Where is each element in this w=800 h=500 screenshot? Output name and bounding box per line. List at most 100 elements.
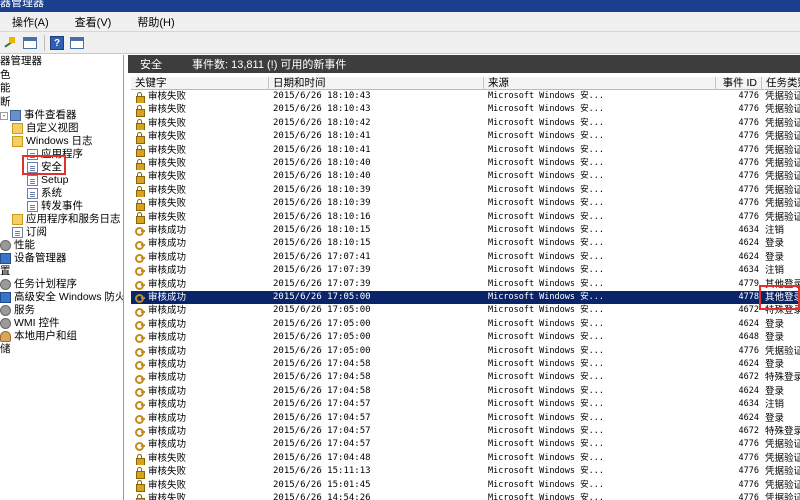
tree-item-setup[interactable]: Setup	[27, 174, 68, 187]
table-row[interactable]: 审核成功 2015/6/26 17:07:39 Microsoft Windows …	[131, 278, 800, 291]
column-keyword[interactable]: 关键字	[131, 77, 269, 90]
back-forward-icon[interactable]	[2, 35, 18, 51]
table-row[interactable]: 审核失败 2015/6/26 18:10:39 Microsoft Windows …	[131, 184, 800, 198]
category-cell: 凭据验证	[765, 91, 800, 102]
tree-item-system[interactable]: 系统	[27, 187, 62, 200]
table-row[interactable]: 审核失败 2015/6/26 17:04:48 Microsoft Windows …	[131, 452, 800, 466]
table-row[interactable]: 审核失败 2015/6/26 18:10:41 Microsoft Windows …	[131, 130, 800, 144]
tree-item-performance[interactable]: 性能	[0, 239, 35, 252]
keyword-text: 审核成功	[148, 318, 187, 330]
table-row[interactable]: 审核成功 2015/6/26 17:05:00 Microsoft Windows …	[131, 304, 800, 317]
table-row[interactable]: 审核失败 2015/6/26 18:10:16 Microsoft Windows …	[131, 211, 800, 224]
monitor-icon	[0, 253, 11, 264]
key-icon	[135, 293, 145, 304]
table-row[interactable]: 审核失败 2015/6/26 18:10:42 Microsoft Windows …	[131, 117, 800, 131]
table-row-selected[interactable]: 审核成功 2015/6/26 17:05:00 Microsoft Windows …	[131, 291, 800, 305]
keyword-cell: 审核成功	[135, 251, 269, 264]
table-row[interactable]: 审核失败 2015/6/26 14:54:26 Microsoft Windows …	[131, 492, 800, 500]
table-row[interactable]: 审核成功 2015/6/26 17:04:57 Microsoft Windows …	[131, 398, 800, 411]
datetime-cell: 2015/6/26 18:10:39	[273, 198, 371, 209]
keyword-cell: 审核成功	[135, 345, 269, 358]
keyword-cell: 审核成功	[135, 371, 269, 384]
category-cell: 注销	[765, 265, 785, 277]
table-row[interactable]: 审核成功 2015/6/26 17:04:57 Microsoft Windows …	[131, 425, 800, 438]
keyword-cell: 审核成功	[135, 358, 269, 371]
tree-item-firewall[interactable]: 高级安全 Windows 防火墙	[0, 291, 123, 304]
console-tree-icon[interactable]	[22, 35, 38, 51]
log-icon	[27, 175, 38, 186]
column-event-id[interactable]: 事件 ID	[716, 77, 762, 90]
gear-icon	[0, 240, 11, 251]
table-row[interactable]: 审核成功 2015/6/26 17:05:00 Microsoft Windows …	[131, 318, 800, 331]
keyword-text: 审核成功	[148, 399, 187, 411]
lock-icon	[135, 212, 145, 224]
tree-item-services[interactable]: 服务	[0, 304, 35, 317]
tree-item-task-scheduler[interactable]: 任务计划程序	[0, 278, 77, 291]
table-row[interactable]: 审核成功 2015/6/26 17:05:00 Microsoft Windows …	[131, 345, 800, 358]
tree-item-windows-logs[interactable]: Windows 日志	[12, 135, 93, 148]
source-cell: Microsoft Windows 安...	[488, 305, 604, 316]
table-row[interactable]: 审核失败 2015/6/26 18:10:41 Microsoft Windows …	[131, 144, 800, 157]
table-row[interactable]: 审核成功 2015/6/26 17:05:00 Microsoft Windows …	[131, 331, 800, 344]
event-id-cell: 4776	[738, 198, 759, 209]
table-row[interactable]: 审核成功 2015/6/26 17:04:58 Microsoft Windows …	[131, 358, 800, 371]
tree-item-wmi-control[interactable]: WMI 控件	[0, 317, 60, 330]
action-pane-icon[interactable]	[69, 35, 85, 51]
menu-action[interactable]: 操作(A)	[12, 14, 49, 30]
menu-help[interactable]: 帮助(H)	[137, 14, 174, 30]
table-row[interactable]: 审核失败 2015/6/26 18:10:43 Microsoft Windows …	[131, 90, 800, 104]
monitor-icon	[0, 292, 11, 303]
lock-icon	[135, 185, 145, 198]
menu-view[interactable]: 查看(V)	[75, 14, 112, 30]
column-category[interactable]: 任务类别	[762, 77, 800, 90]
table-row[interactable]: 审核成功 2015/6/26 17:04:58 Microsoft Windows …	[131, 385, 800, 398]
source-cell: Microsoft Windows 安...	[488, 211, 604, 222]
table-row[interactable]: 审核失败 2015/6/26 18:10:40 Microsoft Windows …	[131, 157, 800, 171]
keyword-text: 审核成功	[148, 292, 187, 303]
table-row[interactable]: 审核成功 2015/6/26 17:04:58 Microsoft Windows …	[131, 371, 800, 384]
tree-item-root[interactable]: 器管理器	[0, 55, 42, 68]
tree-item-configuration[interactable]: 置	[0, 265, 11, 278]
datetime-cell: 2015/6/26 15:01:45	[273, 479, 371, 490]
tree-item-features[interactable]: 能	[0, 82, 11, 95]
table-row[interactable]: 审核成功 2015/6/26 17:04:57 Microsoft Windows …	[131, 412, 800, 425]
tree-item-app-service-logs[interactable]: 应用程序和服务日志	[12, 213, 121, 226]
table-row[interactable]: 审核成功 2015/6/26 17:07:41 Microsoft Windows …	[131, 251, 800, 264]
table-row[interactable]: 审核成功 2015/6/26 18:10:15 Microsoft Windows …	[131, 237, 800, 250]
category-cell: 凭据验证	[765, 493, 800, 500]
table-row[interactable]: 审核失败 2015/6/26 18:10:40 Microsoft Windows …	[131, 170, 800, 184]
tree-item-custom-views[interactable]: 自定义视图	[12, 122, 79, 135]
source-cell: Microsoft Windows 安...	[488, 332, 604, 343]
collapse-icon[interactable]: -	[0, 111, 8, 120]
datetime-cell: 2015/6/26 18:10:42	[273, 117, 371, 128]
tree-item-roles[interactable]: 色	[0, 69, 11, 82]
tree-item-diagnostics[interactable]: 断	[0, 96, 11, 109]
column-source[interactable]: 来源	[484, 77, 716, 90]
table-row[interactable]: 审核成功 2015/6/26 17:04:57 Microsoft Windows …	[131, 438, 800, 451]
tree-item-local-users-groups[interactable]: 本地用户和组	[0, 330, 77, 343]
key-icon	[135, 253, 145, 263]
table-row[interactable]: 审核成功 2015/6/26 17:07:39 Microsoft Windows …	[131, 264, 800, 277]
keyword-text: 审核成功	[148, 238, 187, 250]
key-icon	[135, 427, 145, 438]
event-id-cell: 4776	[738, 479, 759, 490]
tree-item-subscriptions[interactable]: 订阅	[12, 226, 47, 239]
table-row[interactable]: 审核失败 2015/6/26 18:10:43 Microsoft Windows …	[131, 103, 800, 117]
tree-item-device-manager[interactable]: 设备管理器	[0, 252, 67, 265]
table-row[interactable]: 审核失败 2015/6/26 18:10:39 Microsoft Windows …	[131, 197, 800, 211]
tree-item-forwarded-events[interactable]: 转发事件	[27, 200, 83, 213]
help-icon[interactable]: ?	[49, 35, 65, 51]
keyword-text: 审核成功	[148, 278, 187, 290]
column-datetime[interactable]: 日期和时间	[269, 77, 484, 90]
table-row[interactable]: 审核成功 2015/6/26 18:10:15 Microsoft Windows …	[131, 224, 800, 237]
folder-icon	[12, 136, 23, 147]
table-row[interactable]: 审核失败 2015/6/26 15:11:13 Microsoft Windows …	[131, 465, 800, 479]
tree-item-event-viewer[interactable]: - 事件查看器	[0, 109, 77, 122]
tree-item-storage[interactable]: 储	[0, 343, 11, 356]
category-cell: 注销	[765, 399, 785, 411]
datetime-cell: 2015/6/26 17:04:57	[273, 439, 371, 450]
keyword-text: 审核失败	[148, 91, 187, 102]
datetime-cell: 2015/6/26 18:10:41	[273, 131, 371, 142]
category-cell: 凭据验证	[765, 184, 800, 196]
table-row[interactable]: 审核失败 2015/6/26 15:01:45 Microsoft Windows …	[131, 479, 800, 492]
